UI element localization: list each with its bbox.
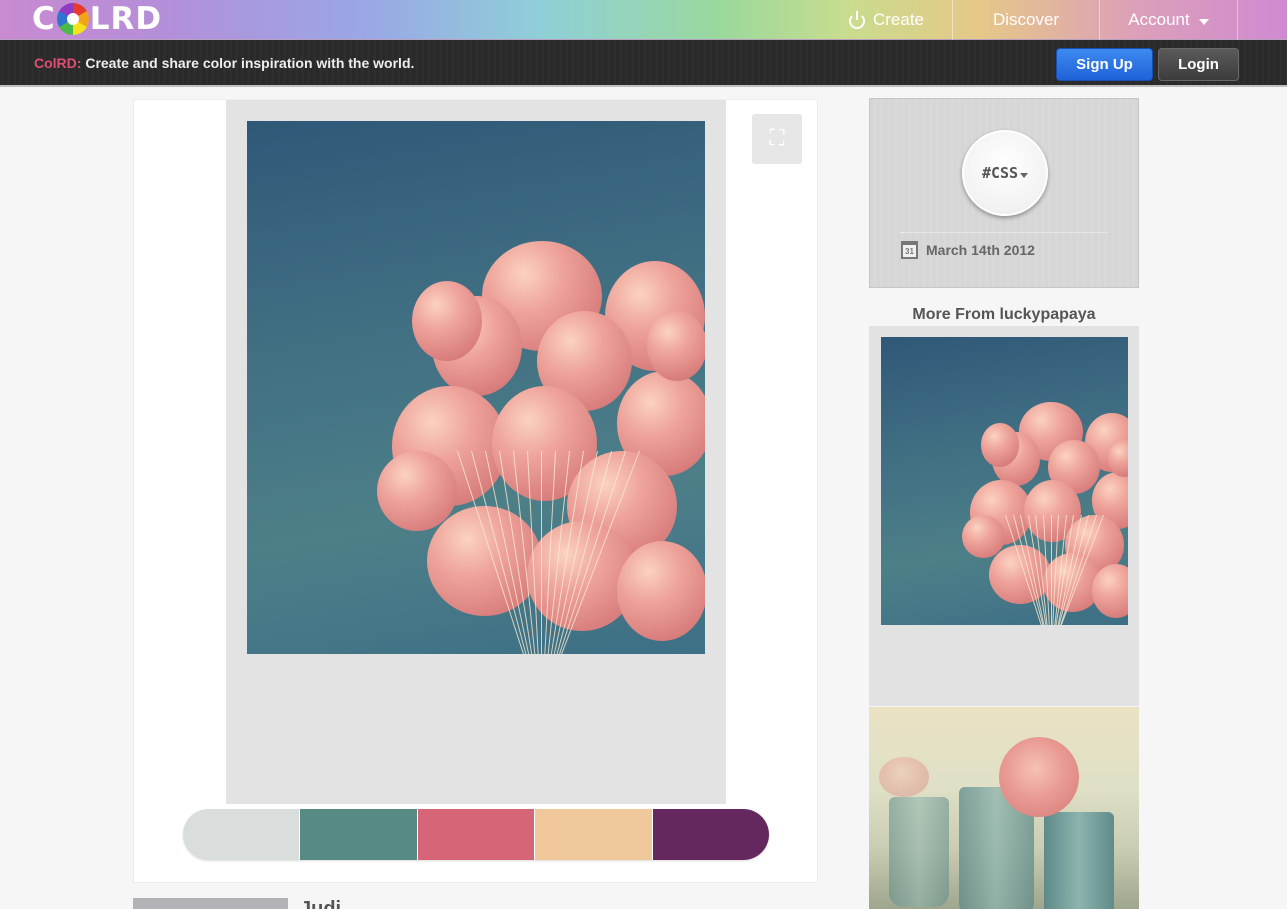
flower-pot	[1044, 812, 1114, 909]
tagline: ColRD: Create and share color inspiratio…	[34, 55, 414, 71]
tag-label: #CSS	[981, 164, 1019, 182]
top-navigation-bar: C LRD Create Discover Account	[0, 0, 1287, 40]
balloons-photo[interactable]	[247, 121, 705, 654]
nav-create-label: Create	[872, 10, 925, 29]
color-swatch[interactable]	[417, 809, 536, 860]
polaroid-frame	[226, 100, 726, 804]
more-from-title: More From luckypapaya	[912, 306, 1096, 323]
color-swatch[interactable]	[183, 809, 301, 860]
divider	[900, 232, 1108, 233]
nav-create[interactable]: Create	[820, 0, 952, 40]
balloon	[980, 423, 1019, 467]
tag-button[interactable]: #CSS	[962, 130, 1048, 216]
power-icon	[848, 11, 866, 29]
nav-account[interactable]: Account	[1099, 0, 1238, 40]
related-thumbnail-2[interactable]	[869, 707, 1139, 909]
date-row: 31 March 14th 2012	[901, 241, 1035, 259]
color-wheel-icon	[56, 3, 89, 35]
related-thumbnail-1[interactable]	[869, 326, 1139, 706]
balloons-thumbnail-photo	[881, 337, 1128, 625]
balloon	[617, 541, 705, 641]
color-palette	[183, 809, 769, 860]
palette-card: ⛶	[133, 99, 818, 883]
balloon	[647, 311, 705, 381]
nav-discover[interactable]: Discover	[952, 0, 1099, 40]
expand-button[interactable]: ⛶	[752, 114, 802, 164]
nav-discover-label: Discover	[992, 10, 1060, 29]
color-swatch[interactable]	[300, 809, 418, 860]
flower-pot	[889, 797, 949, 907]
balloon-string	[1050, 515, 1052, 625]
color-swatch[interactable]	[652, 809, 769, 860]
calendar-icon: 31	[901, 241, 918, 259]
login-button[interactable]: Login	[1158, 48, 1239, 81]
created-date: March 14th 2012	[926, 242, 1035, 258]
balloon	[412, 281, 482, 361]
tagline-text: Create and share color inspiration with …	[85, 55, 415, 71]
blurred-flower	[879, 757, 929, 797]
colrd-logo[interactable]: C LRD	[32, 1, 163, 37]
signup-button[interactable]: Sign Up	[1056, 48, 1153, 81]
logo-text-c: C	[32, 1, 56, 37]
balloon	[377, 451, 457, 531]
chevron-down-icon	[1020, 172, 1029, 178]
ranunculus-flower	[999, 737, 1079, 817]
nav-account-label: Account	[1128, 10, 1190, 29]
next-item-title[interactable]: Judi...	[300, 897, 358, 909]
expand-icon: ⛶	[769, 126, 785, 151]
next-item-thumbnail[interactable]	[133, 898, 288, 909]
chevron-down-icon	[1198, 19, 1209, 25]
logo-text-lrd: LRD	[89, 1, 163, 37]
tagline-bar: ColRD: Create and share color inspiratio…	[0, 40, 1287, 87]
balloon-string	[541, 451, 542, 654]
tag-card: #CSS 31 March 14th 2012	[869, 98, 1139, 288]
color-swatch[interactable]	[535, 809, 653, 860]
tagline-brand: ColRD:	[34, 55, 82, 71]
